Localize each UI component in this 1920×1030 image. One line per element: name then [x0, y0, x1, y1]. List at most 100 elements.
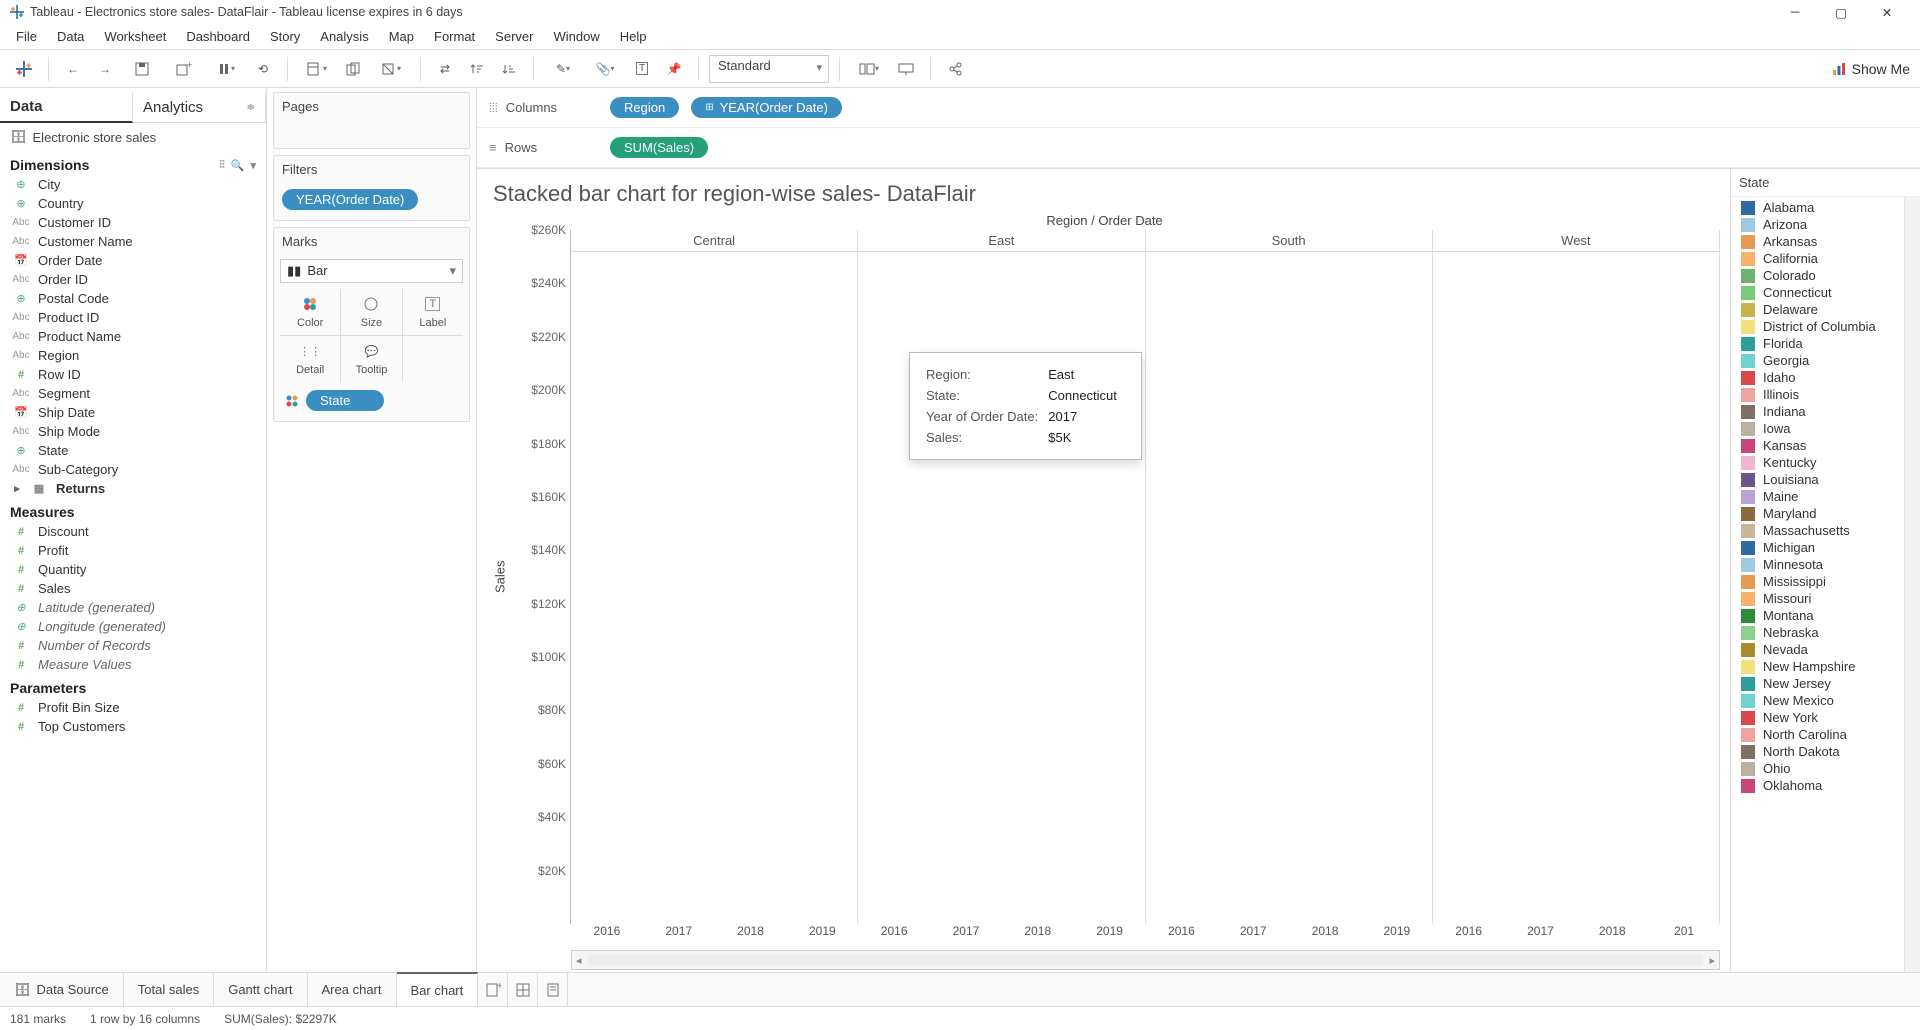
tab-analytics[interactable]: Analytics≑: [133, 92, 266, 122]
legend-item-california[interactable]: California: [1731, 250, 1920, 267]
sheet-tab-bar-chart[interactable]: Bar chart: [397, 972, 479, 1006]
field-row-id[interactable]: #Row ID: [8, 365, 264, 384]
menu-story[interactable]: Story: [260, 25, 310, 48]
fit-mode-select[interactable]: Standard: [709, 55, 829, 83]
legend-item-maryland[interactable]: Maryland: [1731, 505, 1920, 522]
close-button[interactable]: ✕: [1864, 0, 1910, 24]
legend-item-maine[interactable]: Maine: [1731, 488, 1920, 505]
field-city[interactable]: ⊕City: [8, 175, 264, 194]
datasource-item[interactable]: 🗄 Electronic store sales: [0, 123, 266, 151]
legend-item-montana[interactable]: Montana: [1731, 607, 1920, 624]
duplicate-button[interactable]: [340, 55, 368, 83]
field-longitude-generated-[interactable]: ⊕Longitude (generated): [8, 617, 264, 636]
refresh-button[interactable]: ⟲: [249, 55, 277, 83]
clear-button[interactable]: ▾: [372, 55, 410, 83]
menu-map[interactable]: Map: [379, 25, 424, 48]
sheet-tab-area-chart[interactable]: Area chart: [308, 973, 397, 1006]
field-country[interactable]: ⊕Country: [8, 194, 264, 213]
scroll-left-icon[interactable]: ◂: [576, 954, 582, 967]
menu-caret-icon[interactable]: ▾: [250, 159, 256, 172]
field-profit[interactable]: #Profit: [8, 541, 264, 560]
legend-item-louisiana[interactable]: Louisiana: [1731, 471, 1920, 488]
marks-detail[interactable]: ⋮⋮Detail: [280, 336, 340, 382]
marks-label[interactable]: TLabel: [403, 289, 463, 335]
new-dashboard-button[interactable]: [508, 973, 538, 1006]
menu-file[interactable]: File: [6, 25, 47, 48]
legend-item-idaho[interactable]: Idaho: [1731, 369, 1920, 386]
legend-item-kansas[interactable]: Kansas: [1731, 437, 1920, 454]
field-state[interactable]: ⊕State: [8, 441, 264, 460]
view-toggle-icon[interactable]: ⫶⫶: [219, 159, 225, 172]
field-customer-id[interactable]: AbcCustomer ID: [8, 213, 264, 232]
field-number-of-records[interactable]: #Number of Records: [8, 636, 264, 655]
field-latitude-generated-[interactable]: ⊕Latitude (generated): [8, 598, 264, 617]
chart-title[interactable]: Stacked bar chart for region-wise sales-…: [493, 181, 1720, 207]
field-order-date[interactable]: 📅Order Date: [8, 251, 264, 270]
legend-item-georgia[interactable]: Georgia: [1731, 352, 1920, 369]
legend-item-oklahoma[interactable]: Oklahoma: [1731, 777, 1920, 794]
field-ship-date[interactable]: 📅Ship Date: [8, 403, 264, 422]
color-pill-state[interactable]: State: [306, 390, 384, 411]
legend-item-nebraska[interactable]: Nebraska: [1731, 624, 1920, 641]
field-region[interactable]: AbcRegion: [8, 346, 264, 365]
legend-item-kentucky[interactable]: Kentucky: [1731, 454, 1920, 471]
search-icon[interactable]: 🔍: [231, 159, 245, 172]
new-worksheet-button[interactable]: ▾: [298, 55, 336, 83]
scroll-right-icon[interactable]: ▸: [1709, 954, 1715, 967]
new-story-button[interactable]: [538, 973, 568, 1006]
marks-color[interactable]: Color: [280, 289, 340, 335]
redo-button[interactable]: →: [91, 55, 119, 83]
sort-desc-button[interactable]: [495, 55, 523, 83]
sheet-tab-total-sales[interactable]: Total sales: [124, 973, 214, 1006]
legend-item-connecticut[interactable]: Connecticut: [1731, 284, 1920, 301]
field-profit-bin-size[interactable]: #Profit Bin Size: [8, 698, 264, 717]
legend-item-florida[interactable]: Florida: [1731, 335, 1920, 352]
legend-item-new-york[interactable]: New York: [1731, 709, 1920, 726]
save-button[interactable]: [123, 55, 161, 83]
field-quantity[interactable]: #Quantity: [8, 560, 264, 579]
legend-item-massachusetts[interactable]: Massachusetts: [1731, 522, 1920, 539]
legend-item-indiana[interactable]: Indiana: [1731, 403, 1920, 420]
sheet-tab-gantt-chart[interactable]: Gantt chart: [214, 973, 307, 1006]
legend-item-alabama[interactable]: Alabama: [1731, 199, 1920, 216]
legend-item-arkansas[interactable]: Arkansas: [1731, 233, 1920, 250]
field-discount[interactable]: #Discount: [8, 522, 264, 541]
pin-button[interactable]: 📌: [660, 55, 688, 83]
legend-item-illinois[interactable]: Illinois: [1731, 386, 1920, 403]
field-order-id[interactable]: AbcOrder ID: [8, 270, 264, 289]
legend-item-minnesota[interactable]: Minnesota: [1731, 556, 1920, 573]
legend-item-michigan[interactable]: Michigan: [1731, 539, 1920, 556]
pill-region[interactable]: Region: [610, 97, 679, 118]
field-ship-mode[interactable]: AbcShip Mode: [8, 422, 264, 441]
menu-data[interactable]: Data: [47, 25, 94, 48]
legend-item-iowa[interactable]: Iowa: [1731, 420, 1920, 437]
legend-item-arizona[interactable]: Arizona: [1731, 216, 1920, 233]
sort-asc-button[interactable]: [463, 55, 491, 83]
legend-scrollbar[interactable]: [1904, 197, 1920, 972]
new-datasource-button[interactable]: +: [165, 55, 203, 83]
legend-item-colorado[interactable]: Colorado: [1731, 267, 1920, 284]
tab-datasource[interactable]: 🗄Data Source: [0, 973, 124, 1006]
undo-button[interactable]: ←: [59, 55, 87, 83]
legend-item-district-of-columbia[interactable]: District of Columbia: [1731, 318, 1920, 335]
tab-data[interactable]: Data: [0, 92, 133, 123]
filter-pill-year[interactable]: YEAR(Order Date): [282, 189, 418, 210]
legend-title[interactable]: State: [1731, 169, 1920, 197]
columns-shelf[interactable]: ⦙⦙⦙Columns Region⊞YEAR(Order Date): [477, 88, 1920, 128]
menu-worksheet[interactable]: Worksheet: [94, 25, 176, 48]
legend-item-missouri[interactable]: Missouri: [1731, 590, 1920, 607]
menu-server[interactable]: Server: [485, 25, 543, 48]
mark-type-select[interactable]: ▮▮Bar ▾: [280, 259, 463, 283]
menu-window[interactable]: Window: [543, 25, 609, 48]
presentation-button[interactable]: [892, 55, 920, 83]
pause-updates-button[interactable]: ▾: [207, 55, 245, 83]
pill-sum-sales-[interactable]: SUM(Sales): [610, 137, 708, 158]
field-customer-name[interactable]: AbcCustomer Name: [8, 232, 264, 251]
field-top-customers[interactable]: #Top Customers: [8, 717, 264, 736]
field-postal-code[interactable]: ⊕Postal Code: [8, 289, 264, 308]
pill-year-order-date-[interactable]: ⊞YEAR(Order Date): [691, 97, 842, 118]
menu-dashboard[interactable]: Dashboard: [176, 25, 260, 48]
legend-item-north-carolina[interactable]: North Carolina: [1731, 726, 1920, 743]
horizontal-scrollbar[interactable]: ◂▸: [571, 950, 1720, 970]
field-product-id[interactable]: AbcProduct ID: [8, 308, 264, 327]
